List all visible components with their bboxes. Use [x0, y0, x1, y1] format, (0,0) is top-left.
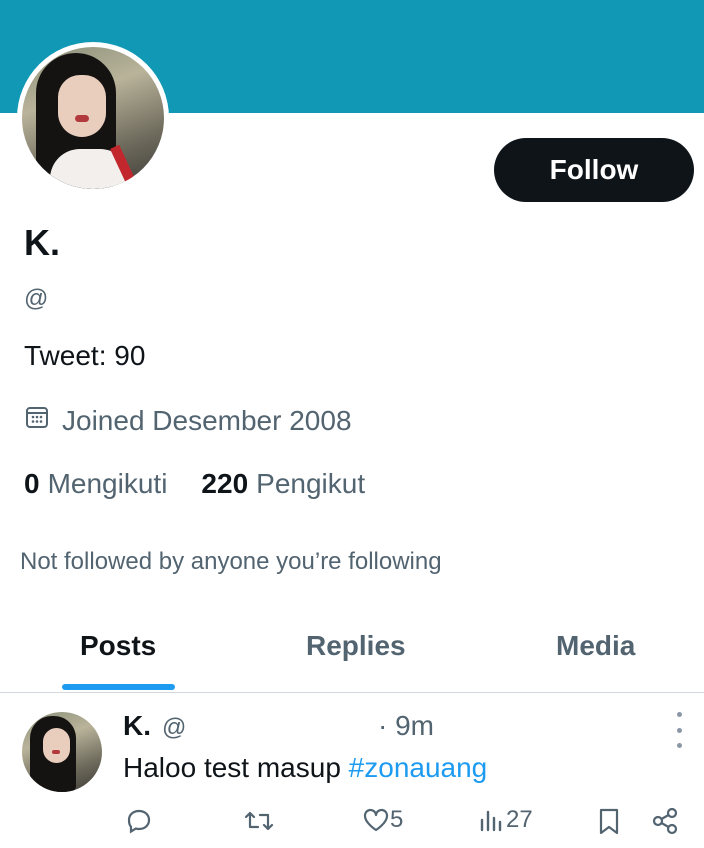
follow-stats: 0 Mengikuti 220 Pengikut — [24, 468, 399, 500]
like-count: 5 — [390, 806, 404, 833]
post-timestamp[interactable]: · 9m — [378, 710, 434, 742]
not-followed-notice: Not followed by anyone you’re following — [20, 548, 442, 575]
joined-text: Joined Desember 2008 — [62, 404, 352, 436]
profile-tabs: Posts Replies Media — [0, 612, 704, 693]
views-button[interactable]: 27 — [478, 806, 533, 834]
bookmark-icon — [596, 806, 622, 836]
joined-date: Joined Desember 2008 — [24, 404, 352, 437]
post-body: Haloo test masup — [123, 752, 341, 783]
follow-button[interactable]: Follow — [494, 138, 694, 202]
display-name: K. — [24, 222, 60, 263]
views-icon — [478, 806, 506, 834]
following-stat[interactable]: 0 Mengikuti — [24, 468, 167, 500]
profile-avatar-image — [22, 47, 164, 189]
tab-media[interactable]: Media — [556, 630, 635, 662]
tab-replies[interactable]: Replies — [306, 630, 406, 662]
retweet-button[interactable] — [242, 806, 276, 836]
like-icon — [362, 806, 390, 834]
like-button[interactable]: 5 — [362, 806, 403, 834]
post-text: Haloo test masup #zonauang — [123, 752, 487, 784]
post-avatar[interactable] — [22, 712, 102, 792]
followers-stat[interactable]: 220 Pengikut — [201, 468, 365, 500]
tab-posts[interactable]: Posts — [80, 630, 156, 662]
post-author-name[interactable]: K. — [123, 710, 151, 742]
reply-icon — [124, 806, 154, 836]
calendar-icon — [24, 404, 62, 437]
post-hashtag[interactable]: #zonauang — [349, 752, 488, 783]
more-icon[interactable] — [670, 712, 688, 748]
post-author-handle[interactable]: @ — [162, 714, 186, 742]
following-count: 0 — [24, 468, 40, 499]
tweet-count: Tweet: 90 — [24, 340, 146, 371]
profile-avatar[interactable] — [17, 42, 169, 194]
active-tab-indicator — [62, 684, 175, 690]
reply-button[interactable] — [124, 806, 154, 836]
views-count: 27 — [506, 806, 533, 833]
share-icon — [650, 806, 680, 836]
profile-handle: @ — [24, 285, 49, 312]
followers-label: Pengikut — [256, 468, 366, 499]
followers-count: 220 — [201, 468, 249, 499]
bookmark-button[interactable] — [596, 806, 622, 836]
retweet-icon — [242, 806, 276, 836]
share-button[interactable] — [650, 806, 680, 836]
following-label: Mengikuti — [47, 468, 168, 499]
